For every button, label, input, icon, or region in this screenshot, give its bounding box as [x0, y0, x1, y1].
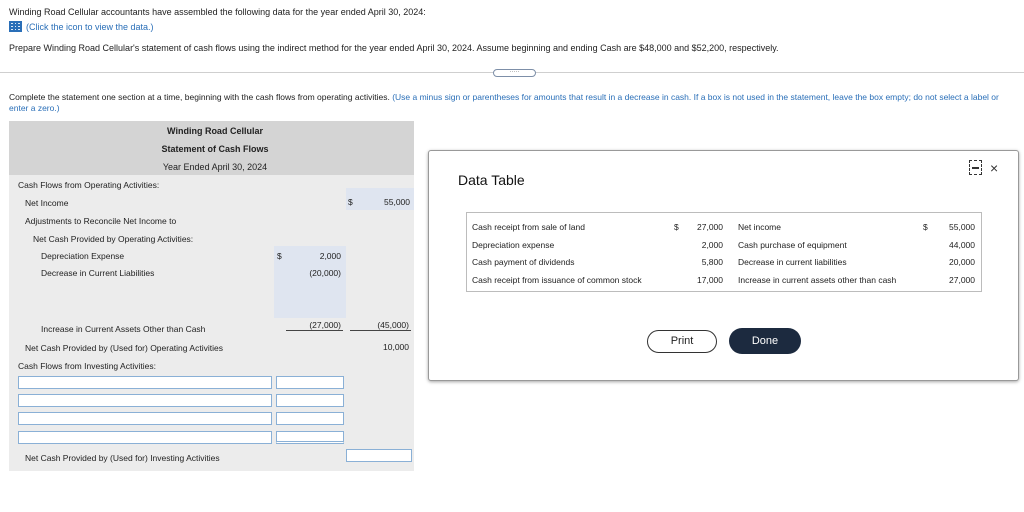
modal-controls: × [969, 160, 998, 175]
view-data-label[interactable]: (Click the icon to view the data.) [26, 22, 154, 32]
investing-amount-input-1[interactable] [276, 376, 344, 389]
data-row-right-value: 55,000 [949, 222, 975, 232]
instructions-main: Complete the statement one section at a … [9, 92, 393, 102]
net-operating-label: Net Cash Provided by (Used for) Operatin… [25, 343, 223, 353]
depreciation-value: 2,000 [319, 251, 341, 261]
data-row-left-value: 27,000 [697, 222, 723, 232]
data-row-left-label: Cash receipt from sale of land [472, 222, 585, 232]
data-row-left-label: Depreciation expense [472, 240, 555, 250]
expand-dots-icon[interactable]: ····· [493, 69, 536, 77]
investing-amount-input-3[interactable] [276, 412, 344, 425]
data-row-left-dollar: $ [674, 222, 679, 232]
table-grid-icon[interactable] [9, 21, 22, 32]
net-income-value: 55,000 [384, 197, 410, 207]
investing-amount-input-4[interactable] [276, 431, 344, 444]
blank-adjust-cell [274, 284, 346, 318]
net-income-label: Net Income [25, 198, 69, 208]
data-row-left-value: 5,800 [701, 257, 723, 267]
view-data-link[interactable]: (Click the icon to view the data.) [9, 21, 154, 32]
investing-label-select-1[interactable] [18, 376, 272, 389]
data-row-right-label: Increase in current assets other than ca… [738, 275, 897, 285]
data-row-right-label: Net income [738, 222, 781, 232]
adjustments-label-1: Adjustments to Reconcile Net Income to [25, 216, 177, 226]
net-operating-value: 10,000 [383, 342, 409, 352]
data-row-right-value: 27,000 [949, 275, 975, 285]
done-button[interactable]: Done [729, 328, 801, 354]
operating-header: Cash Flows from Operating Activities: [18, 180, 160, 190]
statement-title: Statement of Cash Flows [161, 144, 269, 154]
investing-amount-input-2[interactable] [276, 394, 344, 407]
investing-label-select-2[interactable] [18, 394, 272, 407]
instructions: Complete the statement one section at a … [9, 92, 1019, 114]
data-row-right-label: Decrease in current liabilities [738, 257, 847, 267]
investing-label-select-4[interactable] [18, 431, 272, 444]
net-investing-input[interactable] [346, 449, 412, 462]
data-row-left-label: Cash receipt from issuance of common sto… [472, 275, 642, 285]
minimize-icon[interactable] [969, 160, 982, 175]
data-row-right-value: 20,000 [949, 257, 975, 267]
question-prompt: Prepare Winding Road Cellular's statemen… [9, 43, 779, 53]
increase-assets-value: (27,000) [286, 320, 343, 331]
data-row-left-value: 17,000 [697, 275, 723, 285]
depreciation-label: Depreciation Expense [41, 251, 125, 261]
decrease-liabilities-label: Decrease in Current Liabilities [41, 268, 155, 278]
investing-header: Cash Flows from Investing Activities: [18, 361, 156, 371]
net-investing-label: Net Cash Provided by (Used for) Investin… [25, 453, 220, 463]
data-row-right-label: Cash purchase of equipment [738, 240, 847, 250]
modal-title: Data Table [458, 172, 525, 188]
total-adjustments-value: (45,000) [350, 320, 411, 331]
increase-assets-label: Increase in Current Assets Other than Ca… [41, 324, 206, 334]
depreciation-dollar: $ [277, 251, 282, 261]
decrease-liabilities-value: (20,000) [309, 268, 341, 278]
net-income-dollar: $ [348, 197, 353, 207]
question-intro: Winding Road Cellular accountants have a… [9, 7, 426, 17]
close-icon[interactable]: × [990, 161, 998, 175]
data-row-right-value: 44,000 [949, 240, 975, 250]
data-row-right-dollar: $ [923, 222, 928, 232]
data-row-left-label: Cash payment of dividends [472, 257, 575, 267]
print-button[interactable]: Print [647, 330, 717, 353]
statement-company: Winding Road Cellular [167, 126, 263, 136]
statement-period: Year Ended April 30, 2024 [162, 162, 268, 172]
adjustments-label-2: Net Cash Provided by Operating Activitie… [33, 234, 194, 244]
investing-label-select-3[interactable] [18, 412, 272, 425]
data-row-left-value: 2,000 [701, 240, 723, 250]
